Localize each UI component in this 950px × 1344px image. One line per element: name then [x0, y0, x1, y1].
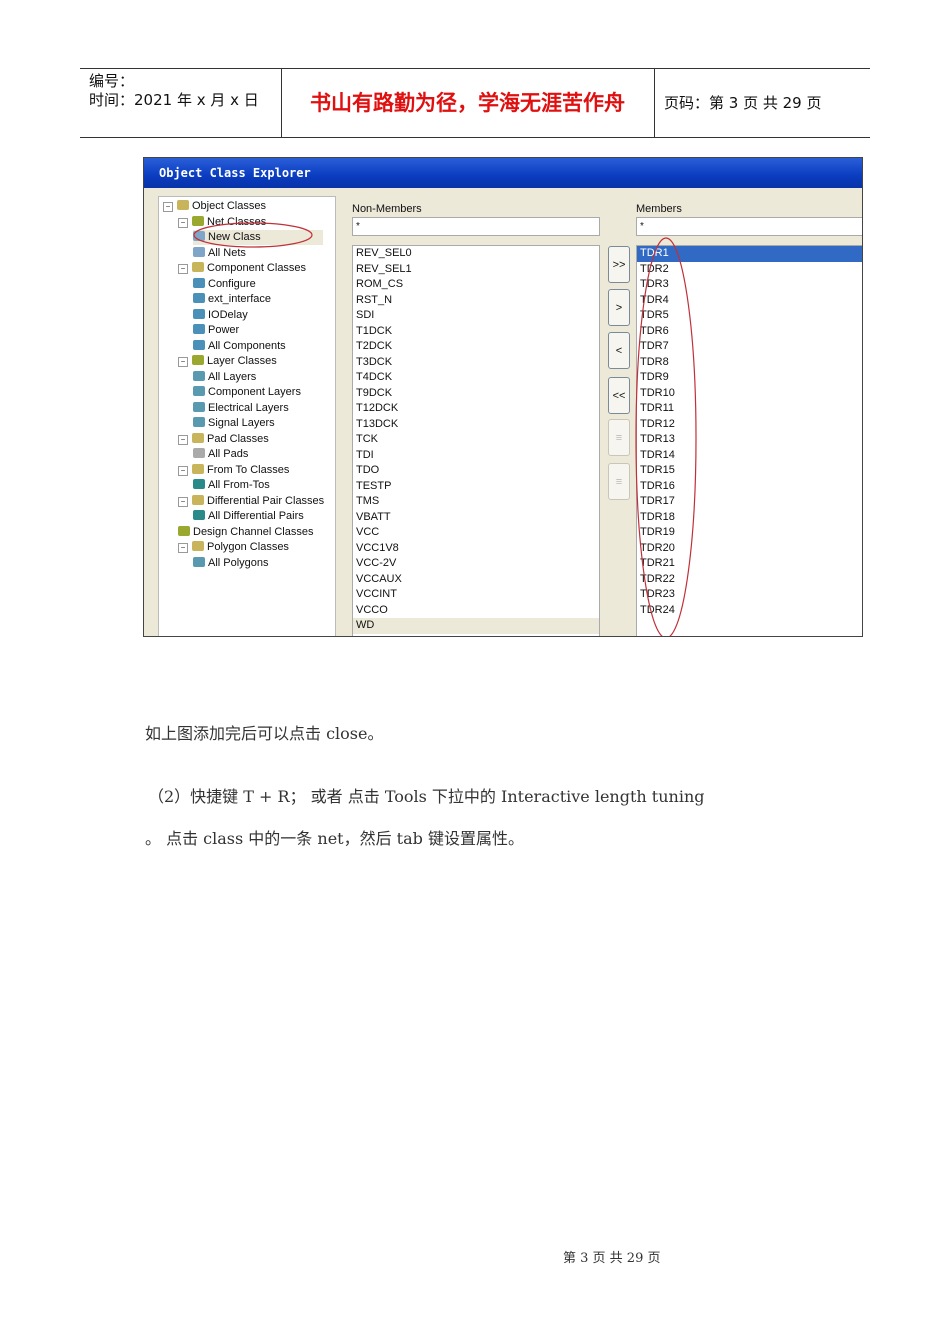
header-motto: 书山有路勤为径，学海无涯苦作舟: [281, 69, 655, 137]
page-header: 编号： 时间：2021 年 x 月 x 日 书山有路勤为径，学海无涯苦作舟 页码…: [80, 68, 870, 138]
document-page: 编号： 时间：2021 年 x 月 x 日 书山有路勤为径，学海无涯苦作舟 页码…: [0, 0, 950, 1344]
page-footer: 第 3 页 共 29 页: [563, 1251, 661, 1266]
remove-button[interactable]: <: [608, 332, 630, 369]
add-button[interactable]: >: [608, 289, 630, 326]
time-label: 时间：2021 年 x 月 x 日: [89, 91, 259, 109]
highlight-ellipse-new-class: [193, 222, 313, 248]
add-all-button[interactable]: >>: [608, 246, 630, 283]
disabled-button-1[interactable]: ≡: [608, 419, 630, 456]
paragraph-1: 如上图添加完后可以点击 close。: [145, 724, 384, 743]
object-class-explorer-screenshot: Object Class Explorer − Object Classes − Ne…: [143, 157, 863, 637]
disabled-button-2[interactable]: ≡: [608, 463, 630, 500]
remove-all-button[interactable]: <<: [608, 377, 630, 414]
highlight-ellipse-members: [635, 237, 697, 636]
paragraph-2: （2）快捷键 T + R； 或者 点击 Tools 下拉中的 Interacti…: [148, 787, 705, 806]
paragraph-3: 。 点击 class 中的一条 net，然后 tab 键设置属性。: [145, 829, 524, 848]
annotation-layer: [193, 222, 697, 636]
header-page-label: 页码：第 3 页 共 29 页: [664, 94, 822, 112]
header-meta: 编号： 时间：2021 年 x 月 x 日: [80, 69, 282, 137]
number-label: 编号：: [89, 72, 135, 90]
